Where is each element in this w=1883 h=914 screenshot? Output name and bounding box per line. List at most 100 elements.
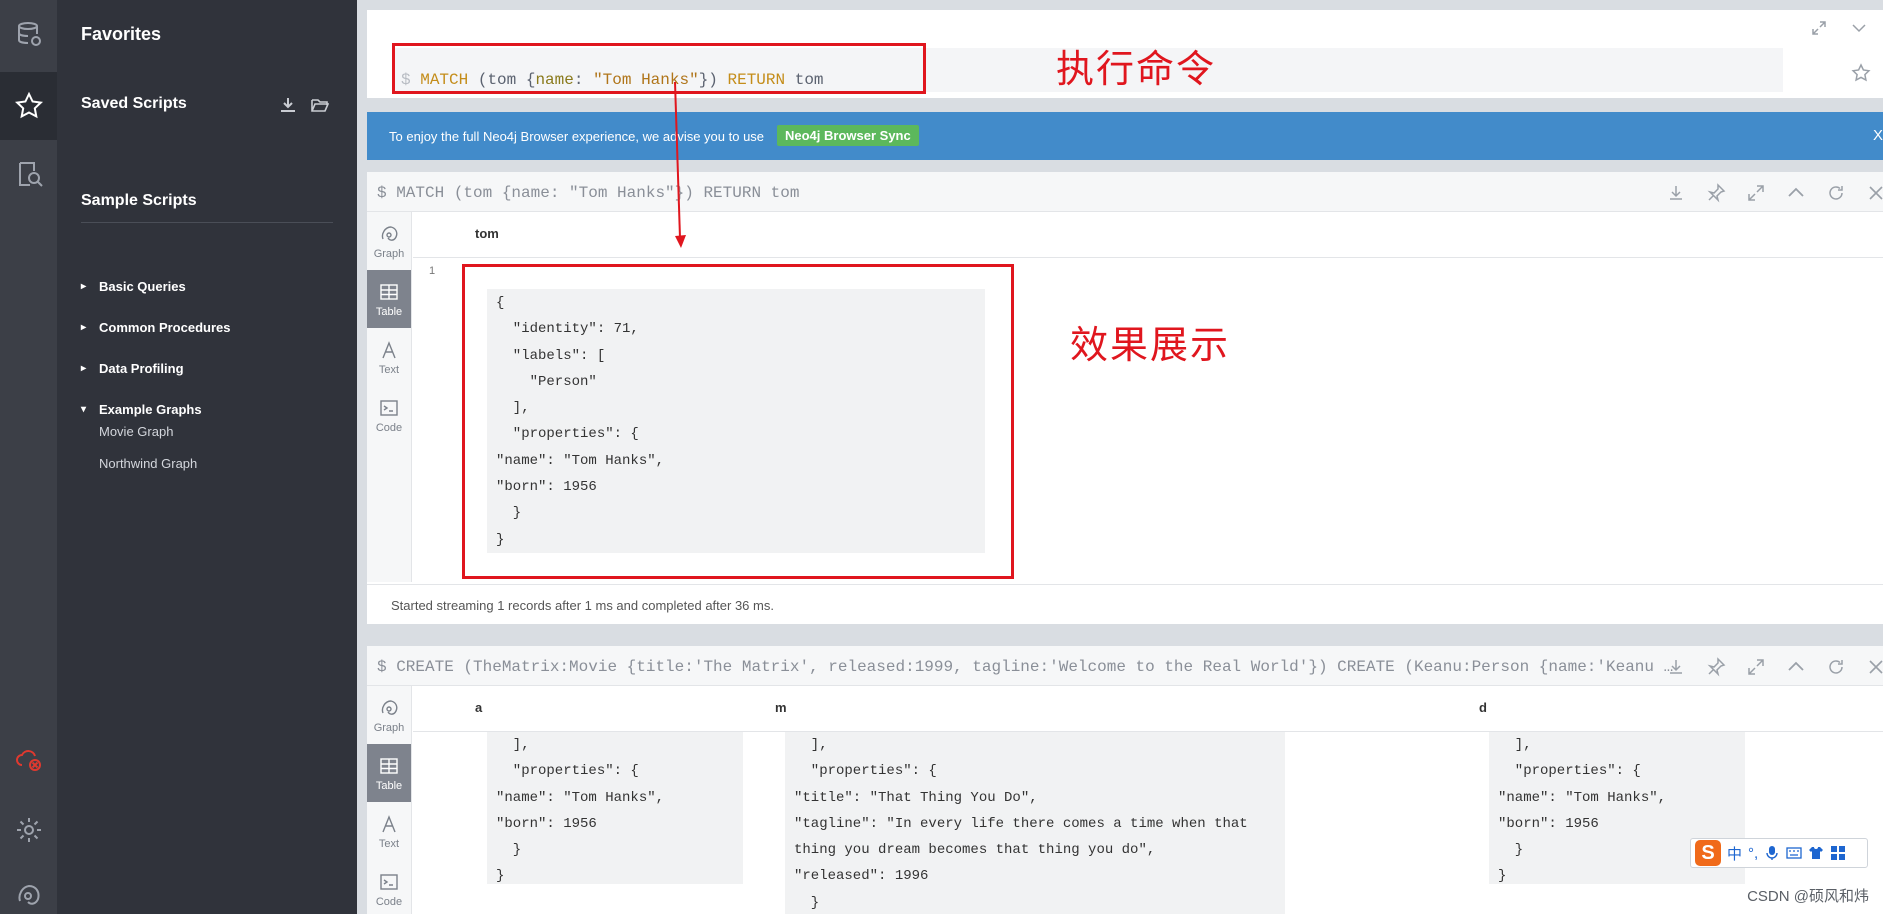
rerun-icon[interactable] (1825, 182, 1847, 204)
skin-icon[interactable] (1808, 845, 1824, 861)
sync-banner: To enjoy the full Neo4j Browser experien… (367, 112, 1883, 160)
folder-basic-queries[interactable]: ▸ Basic Queries (81, 266, 331, 307)
graph-icon (381, 699, 398, 715)
keyboard-icon[interactable] (1786, 845, 1802, 861)
frame-header: $ CREATE (TheMatrix:Movie {title:'The Ma… (367, 646, 1883, 686)
download-icon[interactable] (1665, 656, 1687, 678)
caret-right-icon: ▸ (81, 363, 87, 374)
caret-down-icon: ▾ (81, 404, 87, 415)
tab-label: Code (375, 895, 403, 908)
json-value-a: ], "properties": { "name": "Tom Hanks", … (496, 737, 665, 885)
rerun-icon[interactable] (1825, 656, 1847, 678)
json-value-m: ], "properties": { "title": "That Thing … (794, 737, 1248, 911)
frame-toolbar (1665, 656, 1883, 678)
folder-data-profiling[interactable]: ▸ Data Profiling (81, 348, 331, 389)
table-icon (380, 283, 398, 300)
pin-icon[interactable] (1705, 656, 1727, 678)
collapse-icon[interactable] (1785, 182, 1807, 204)
sample-scripts-tree: ▸ Basic Queries ▸ Common Procedures ▸ Data … (81, 266, 331, 430)
text-icon (382, 814, 396, 832)
frame-query[interactable]: $ CREATE (TheMatrix:Movie {title:'The Ma… (377, 658, 1737, 676)
tab-graph[interactable]: Graph (367, 212, 411, 270)
tab-label: Code (375, 421, 403, 434)
sample-scripts-heading: Sample Scripts (81, 192, 197, 209)
tab-text[interactable]: Text (367, 802, 411, 860)
tab-label: Table (375, 305, 403, 318)
annotation-command-note: 执行命令 (1056, 47, 1217, 91)
caret-right-icon: ▸ (81, 281, 87, 292)
app-root: Favorites Saved Scripts Sample Scripts ▸… (0, 0, 1883, 914)
caret-right-icon: ▸ (81, 322, 87, 333)
icon-rail (0, 0, 57, 914)
banner-message: To enjoy the full Neo4j Browser experien… (389, 129, 765, 144)
table-header (413, 212, 1883, 258)
tab-label: Graph (373, 721, 405, 734)
close-icon[interactable] (1865, 656, 1883, 678)
column-header-d: d (1479, 700, 1487, 715)
ime-punctuation[interactable]: °, (1748, 845, 1758, 862)
collapse-icon[interactable] (1785, 656, 1807, 678)
close-icon[interactable] (1865, 182, 1883, 204)
folder-common-procedures[interactable]: ▸ Common Procedures (81, 307, 331, 348)
table-icon (380, 757, 398, 774)
download-icon[interactable] (279, 96, 297, 114)
graph-icon (381, 225, 398, 241)
script-movie-graph[interactable]: Movie Graph (99, 424, 173, 439)
search-document-icon[interactable] (0, 140, 57, 208)
pin-icon[interactable] (1705, 182, 1727, 204)
banner-close-button[interactable]: X (1873, 127, 1883, 144)
database-icon[interactable] (0, 0, 57, 68)
folder-label: Common Procedures (99, 320, 231, 335)
view-tabs: Graph Table Text Code (367, 686, 412, 914)
chevron-down-icon[interactable] (1851, 20, 1867, 36)
annotation-box-command (392, 43, 926, 94)
favorites-drawer: Favorites Saved Scripts Sample Scripts ▸… (57, 0, 379, 914)
microphone-icon[interactable] (1764, 845, 1780, 861)
disconnected-cloud-icon[interactable] (0, 726, 57, 794)
json-value-d: ], "properties": { "name": "Tom Hanks", … (1498, 737, 1667, 885)
frame-header: $ MATCH (tom {name: "Tom Hanks"}) RETURN… (367, 172, 1883, 212)
ime-toolbar: S 中 °, (1690, 838, 1868, 868)
folder-label: Basic Queries (99, 279, 186, 294)
grid-menu-icon[interactable] (1830, 845, 1846, 861)
saved-scripts-heading: Saved Scripts (81, 95, 187, 112)
tab-code[interactable]: Code (367, 860, 411, 914)
annotation-box-result (462, 264, 1014, 579)
result-frame-2: $ CREATE (TheMatrix:Movie {title:'The Ma… (367, 646, 1883, 914)
column-header-m: m (775, 700, 787, 715)
watermark: CSDN @硕风和炜 (1747, 888, 1869, 905)
frame-toolbar (1665, 182, 1883, 204)
expand-icon[interactable] (1811, 20, 1827, 36)
star-icon[interactable] (0, 72, 57, 140)
column-header-tom: tom (475, 226, 499, 241)
ime-language[interactable]: 中 (1727, 843, 1742, 864)
tab-label: Text (378, 837, 400, 850)
tab-code[interactable]: Code (367, 386, 411, 444)
script-northwind-graph[interactable]: Northwind Graph (99, 456, 197, 471)
table-header (413, 686, 1883, 732)
folder-open-icon[interactable] (311, 96, 329, 114)
code-icon (380, 873, 398, 890)
tab-table[interactable]: Table (367, 744, 411, 802)
text-icon (382, 340, 396, 358)
column-header-a: a (475, 700, 483, 715)
drawer-title: Favorites (81, 24, 162, 44)
neo4j-logo-icon[interactable] (0, 860, 57, 914)
folder-label: Example Graphs (99, 402, 202, 417)
status-text: Started streaming 1 records after 1 ms a… (391, 598, 774, 613)
frame-query[interactable]: $ MATCH (tom {name: "Tom Hanks"}) RETURN… (377, 184, 799, 202)
gear-icon[interactable] (0, 796, 57, 864)
sogou-logo-icon[interactable]: S (1695, 840, 1721, 866)
tab-graph[interactable]: Graph (367, 686, 411, 744)
saved-scripts-actions (279, 96, 329, 114)
fullscreen-icon[interactable] (1745, 182, 1767, 204)
tab-table[interactable]: Table (367, 270, 411, 328)
divider (81, 222, 333, 223)
fullscreen-icon[interactable] (1745, 656, 1767, 678)
download-icon[interactable] (1665, 182, 1687, 204)
folder-label: Data Profiling (99, 361, 184, 376)
browser-sync-button[interactable]: Neo4j Browser Sync (777, 125, 919, 146)
favorite-star-icon[interactable] (1851, 63, 1871, 83)
tab-text[interactable]: Text (367, 328, 411, 386)
view-tabs: Graph Table Text Code (367, 212, 412, 582)
